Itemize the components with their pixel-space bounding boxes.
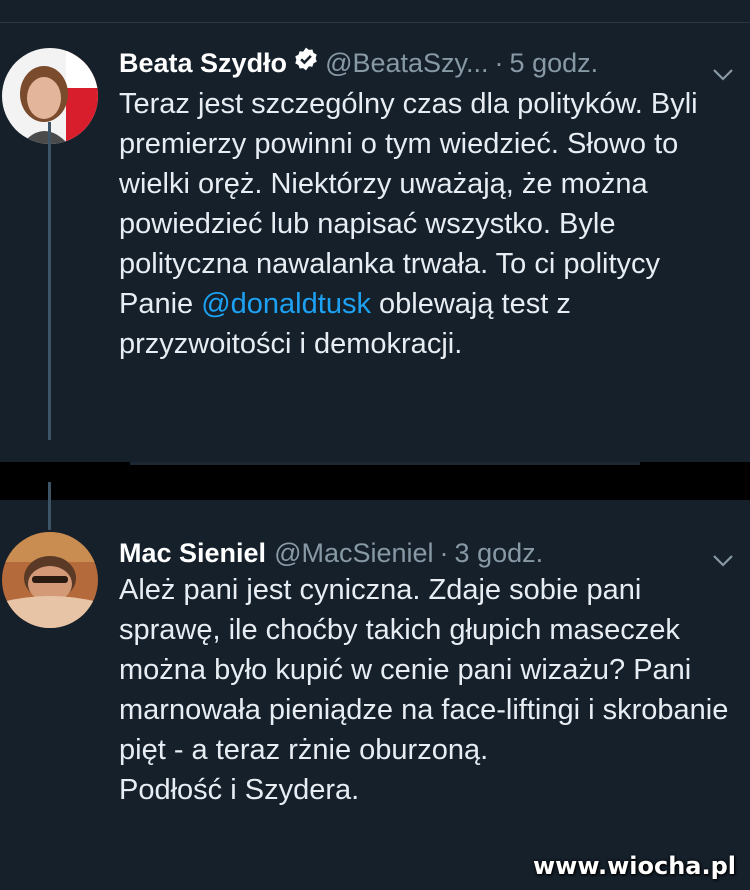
author-handle[interactable]: @MacSieniel [274,536,433,570]
site-watermark: www.wiocha.pl [532,852,736,880]
tweet-text: Ależ pani jest cyniczna. Zdaje sobie pan… [119,570,739,810]
top-divider [0,0,750,23]
verified-badge-icon [293,46,319,80]
tweet-text-start: Teraz jest szczególny czas dla polityków… [119,88,698,320]
tweet-paragraph: Podłość i Szydera. [119,774,360,806]
author-name[interactable]: Mac Sieniel [119,536,266,570]
tweet-paragraph: Ależ pani jest cyniczna. Zdaje sobie pan… [119,574,729,766]
tweet-time[interactable]: 3 godz. [455,536,544,570]
thread-connector [48,122,51,440]
tweet-beata[interactable]: Beata Szydło @BeataSzy... · 5 godz. Tera… [0,28,750,458]
author-name[interactable]: Beata Szydło [119,46,287,80]
tweet-header: Mac Sieniel @MacSieniel · 3 godz. [119,536,543,570]
tweet-header: Beata Szydło @BeataSzy... · 5 godz. [119,46,598,80]
separator-dot: · [494,48,504,78]
mention-link[interactable]: @donaldtusk [201,288,371,320]
separator-bar [0,462,750,500]
avatar-image [2,532,98,628]
tweet-text: Teraz jest szczególny czas dla polityków… [119,84,739,364]
avatar[interactable] [2,532,98,628]
tweet-time[interactable]: 5 godz. [510,46,599,80]
author-handle[interactable]: @BeataSzy... [325,46,488,80]
tweet-mac[interactable]: Mac Sieniel @MacSieniel · 3 godz. Ależ p… [0,510,750,890]
separator-dot: · [439,538,449,568]
